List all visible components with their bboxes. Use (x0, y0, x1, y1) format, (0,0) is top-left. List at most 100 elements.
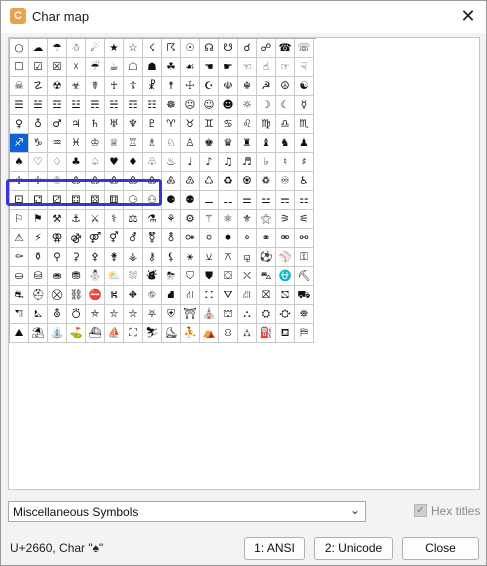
char-cell[interactable]: ⛳ (67, 324, 86, 343)
char-cell[interactable]: ♥ (105, 153, 124, 172)
char-cell[interactable]: ♻ (219, 172, 238, 191)
char-cell[interactable]: ☁ (29, 39, 48, 58)
char-cell[interactable]: ☍ (257, 39, 276, 58)
char-cell[interactable]: ⛥ (105, 305, 124, 324)
char-cell[interactable]: ♸ (162, 172, 181, 191)
char-cell[interactable]: ⛡ (29, 305, 48, 324)
char-cell[interactable]: ⛺ (200, 324, 219, 343)
hex-titles-checkbox[interactable]: ✓ (414, 504, 427, 517)
char-cell[interactable]: ♫ (219, 153, 238, 172)
char-cell[interactable]: ☌ (238, 39, 257, 58)
char-cell[interactable]: ♗ (143, 134, 162, 153)
char-cell[interactable]: ☤ (86, 77, 105, 96)
char-cell[interactable]: ☫ (219, 77, 238, 96)
char-cell[interactable]: ☒ (48, 58, 67, 77)
char-cell[interactable]: ⚎ (276, 191, 295, 210)
char-cell[interactable]: ☘ (162, 58, 181, 77)
char-cell[interactable]: ♨ (162, 153, 181, 172)
char-cell[interactable]: ☑ (29, 58, 48, 77)
char-cell[interactable]: ☋ (219, 39, 238, 58)
char-cell[interactable]: ⚟ (295, 210, 314, 229)
char-cell[interactable]: ☺ (200, 96, 219, 115)
char-cell[interactable]: ♾ (276, 172, 295, 191)
char-cell[interactable]: ⚀ (10, 191, 29, 210)
char-cell[interactable]: ♄ (86, 115, 105, 134)
char-cell[interactable]: ⛎ (276, 267, 295, 286)
char-cell[interactable]: ☦ (124, 77, 143, 96)
char-cell[interactable]: ♇ (143, 115, 162, 134)
char-cell[interactable]: ♦ (124, 153, 143, 172)
char-cell[interactable]: ♶ (124, 172, 143, 191)
char-cell[interactable]: ⛐ (10, 286, 29, 305)
char-cell[interactable]: ⚐ (10, 210, 29, 229)
char-cell[interactable]: ♙ (181, 134, 200, 153)
char-cell[interactable]: ⚆ (124, 191, 143, 210)
char-cell[interactable]: ☸ (162, 96, 181, 115)
char-cell[interactable]: ♊ (200, 115, 219, 134)
char-cell[interactable]: ○ (10, 39, 29, 58)
char-cell[interactable]: ⚏ (295, 191, 314, 210)
char-cell[interactable]: ⛂ (48, 267, 67, 286)
char-cell[interactable]: ⚤ (86, 229, 105, 248)
char-cell[interactable]: ☈ (162, 39, 181, 58)
char-cell[interactable]: ♢ (48, 153, 67, 172)
char-cell[interactable]: ⛣ (67, 305, 86, 324)
char-cell[interactable]: ☵ (105, 96, 124, 115)
char-cell[interactable]: ⛗ (143, 286, 162, 305)
char-cell[interactable]: ⛚ (200, 286, 219, 305)
char-cell[interactable]: ♌ (238, 115, 257, 134)
char-cell[interactable]: ☷ (143, 96, 162, 115)
char-cell[interactable]: ⛕ (105, 286, 124, 305)
char-cell[interactable]: ☮ (276, 77, 295, 96)
char-cell[interactable]: ⛆ (124, 267, 143, 286)
char-cell[interactable]: ♍ (257, 115, 276, 134)
char-cell[interactable]: ☩ (181, 77, 200, 96)
char-cell[interactable]: ⛩ (181, 305, 200, 324)
char-cell[interactable]: ♝ (257, 134, 276, 153)
char-cell[interactable]: ♰ (10, 172, 29, 191)
char-cell[interactable]: ⚿ (295, 248, 314, 267)
char-cell[interactable]: ⚣ (67, 229, 86, 248)
char-cell[interactable]: ⚹ (181, 248, 200, 267)
unicode-block-select[interactable]: Miscellaneous Symbols ⌄ (8, 501, 366, 522)
char-cell[interactable]: ⛇ (143, 267, 162, 286)
char-cell[interactable]: ⛻ (219, 324, 238, 343)
char-cell[interactable]: ⚉ (181, 191, 200, 210)
char-cell[interactable]: ⛸ (162, 324, 181, 343)
char-cell[interactable]: ⛼ (238, 324, 257, 343)
char-cell[interactable]: ♭ (257, 153, 276, 172)
char-cell[interactable]: ⚈ (162, 191, 181, 210)
char-cell[interactable]: ☃ (67, 39, 86, 58)
char-cell[interactable]: ♮ (276, 153, 295, 172)
char-cell[interactable]: ♳ (67, 172, 86, 191)
char-cell[interactable]: ⚲ (48, 248, 67, 267)
char-cell[interactable]: ⚔ (86, 210, 105, 229)
char-cell[interactable]: ♴ (86, 172, 105, 191)
char-cell[interactable]: ⛉ (181, 267, 200, 286)
char-cell[interactable]: ⛦ (124, 305, 143, 324)
ansi-button[interactable]: 1: ANSI (244, 537, 305, 560)
char-cell[interactable]: ♒ (48, 134, 67, 153)
char-cell[interactable]: ♃ (67, 115, 86, 134)
char-cell[interactable]: ☭ (257, 77, 276, 96)
char-cell[interactable]: ☛ (219, 58, 238, 77)
char-cell[interactable]: ⛵ (105, 324, 124, 343)
char-cell[interactable]: ♏ (295, 115, 314, 134)
char-cell[interactable]: ⚴ (86, 248, 105, 267)
char-cell[interactable]: ⚕ (105, 210, 124, 229)
char-cell[interactable]: ♩ (181, 153, 200, 172)
char-cell[interactable]: ☯ (295, 77, 314, 96)
char-cell[interactable]: ⛙ (181, 286, 200, 305)
char-cell[interactable]: ⛽ (257, 324, 276, 343)
char-cell[interactable]: ☨ (162, 77, 181, 96)
char-cell[interactable]: ♖ (124, 134, 143, 153)
char-cell[interactable]: ⚭ (257, 229, 276, 248)
char-cell[interactable]: ⚛ (219, 210, 238, 229)
char-cell[interactable]: ⚍ (257, 191, 276, 210)
char-cell[interactable]: ⚵ (105, 248, 124, 267)
char-cell[interactable]: ☱ (29, 96, 48, 115)
char-cell[interactable]: ♤ (86, 153, 105, 172)
char-cell[interactable]: ☆ (124, 39, 143, 58)
char-cell[interactable]: ☾ (276, 96, 295, 115)
char-cell[interactable]: ⚒ (48, 210, 67, 229)
